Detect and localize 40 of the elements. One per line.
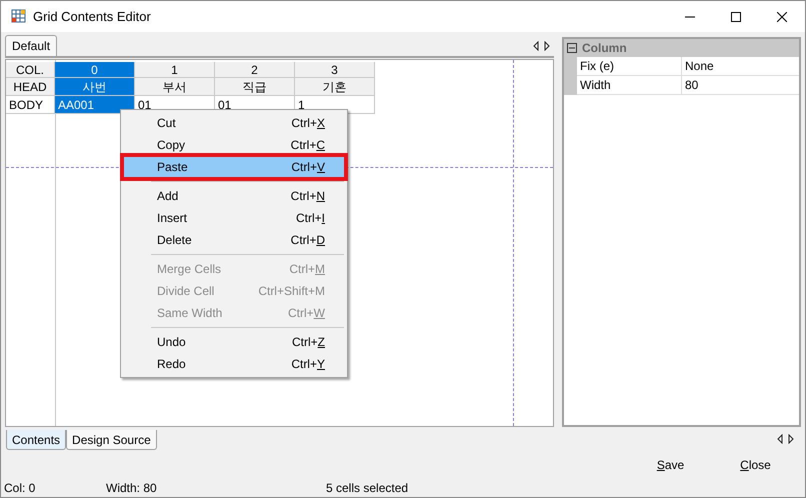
grid-app-icon [11,8,27,24]
scroll-arrows-icon[interactable] [533,41,551,51]
menu-item[interactable]: Paste Ctrl+V [123,156,345,178]
tab[interactable]: Contents [6,430,66,450]
close-icon [777,12,787,22]
tab[interactable]: Default [5,35,58,56]
grid-cell[interactable]: AA001 [55,96,135,114]
menu-item[interactable]: Redo Ctrl+Y [123,353,345,375]
tab[interactable]: Design Source [66,430,157,450]
grid-cell[interactable]: 1 [135,62,215,78]
menu-item[interactable]: Insert Ctrl+I [123,207,345,229]
menu-item[interactable]: Add Ctrl+N [123,185,345,207]
grid-cell[interactable]: 직급 [215,78,295,96]
category-label: Column [582,40,627,57]
dialog-button[interactable]: Save [633,454,708,476]
row-header-cell: BODY [6,96,55,114]
window-title: Grid Contents Editor [33,8,151,26]
collapse-icon[interactable] [567,43,577,53]
row-header-cell: COL. [6,62,55,78]
status-text: 5 cells selected [326,480,408,497]
maximize-icon [731,12,741,22]
property-value[interactable]: None [682,57,799,76]
row-header-cell: HEAD [6,78,55,96]
menu-item[interactable]: Copy Ctrl+C [123,134,345,156]
grid-cell[interactable]: 부서 [135,78,215,96]
menu-item[interactable]: Delete Ctrl+D [123,229,345,251]
property-name: Fix (e) [577,57,682,76]
grid-cell[interactable]: 2 [215,62,295,78]
grid-cell[interactable]: 기혼 [295,78,375,96]
grid-cell[interactable]: 0 [55,62,135,78]
scroll-arrows-icon[interactable] [777,434,795,444]
grid-cell[interactable]: 사번 [55,78,135,96]
grid-cell[interactable]: 3 [295,62,375,78]
menu-item[interactable]: Undo Ctrl+Z [123,331,345,353]
dialog-button[interactable]: Close [718,454,793,476]
status-text: Width: 80 [106,480,157,497]
status-text: Col: 0 [4,480,36,497]
menu-item[interactable]: Cut Ctrl+X [123,112,345,134]
property-value[interactable]: 80 [682,76,799,95]
property-name: Width [577,76,682,95]
